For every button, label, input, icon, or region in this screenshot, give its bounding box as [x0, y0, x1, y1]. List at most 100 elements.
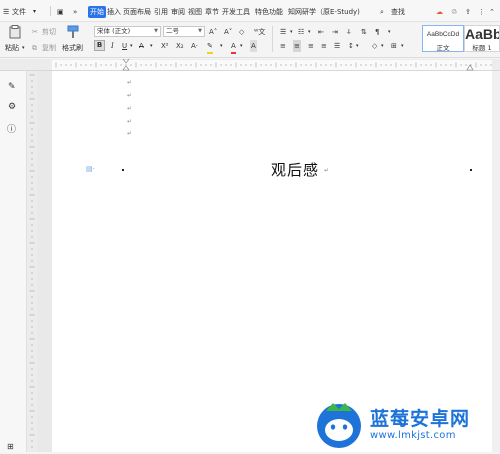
- watermark-site-name: 蓝莓安卓网: [370, 408, 471, 430]
- paste-dropdown-icon[interactable]: ▾: [22, 42, 25, 54]
- superscript-icon[interactable]: X²: [161, 40, 169, 52]
- cut-button[interactable]: 剪切: [42, 26, 56, 38]
- phonetic-guide-icon[interactable]: ᵂ文: [254, 26, 265, 38]
- italic-icon[interactable]: I: [111, 40, 114, 52]
- bold-icon[interactable]: B: [94, 40, 105, 51]
- tab-page-layout[interactable]: 页面布局: [123, 6, 151, 18]
- underline-icon[interactable]: U: [122, 40, 127, 52]
- sort-icon[interactable]: ⇅: [361, 26, 367, 38]
- chevron-down-icon: ▼: [198, 28, 202, 34]
- numbered-list-icon[interactable]: ☷: [298, 26, 304, 38]
- hamburger-icon[interactable]: ☰: [3, 6, 9, 18]
- paragraph-handle-icon[interactable]: ▤·: [86, 163, 95, 175]
- increase-indent-icon[interactable]: ⇥: [332, 26, 338, 38]
- ribbon-toolbar: 粘贴 ▾ ✂ 剪切 ⧉ 复制 格式刷 宋体 (正文) ▼ 二号 ▼ A˄ A˅ …: [0, 22, 500, 58]
- document-title[interactable]: 观后感: [271, 159, 319, 180]
- bullet-list-icon[interactable]: ☰: [280, 26, 286, 38]
- vertical-ruler-ticks: [29, 74, 35, 448]
- show-marks-dropdown-icon[interactable]: ▾: [388, 26, 391, 38]
- page-margin-gutter: [37, 71, 52, 452]
- borders-icon[interactable]: ⊞: [391, 40, 397, 52]
- tab-home[interactable]: 开始: [88, 6, 106, 18]
- tab-references[interactable]: 引用: [154, 6, 168, 18]
- copy-button[interactable]: 复制: [42, 42, 56, 54]
- format-painter-button[interactable]: 格式刷: [62, 42, 83, 54]
- highlight-icon[interactable]: ✎: [207, 40, 213, 54]
- paste-button[interactable]: 粘贴: [5, 42, 19, 54]
- chinese-layout-icon[interactable]: ↆ: [347, 26, 351, 38]
- chevron-down-icon[interactable]: ▾: [33, 6, 36, 18]
- grid-icon[interactable]: ⊞: [7, 441, 14, 453]
- right-indent-marker-icon[interactable]: [466, 63, 474, 71]
- font-size-value: 二号: [166, 27, 179, 35]
- format-painter-icon[interactable]: [67, 25, 80, 39]
- tab-insert[interactable]: 插入: [107, 6, 121, 18]
- collaborate-icon[interactable]: ♲: [451, 6, 457, 18]
- search-icon[interactable]: ⌕: [380, 6, 384, 18]
- style-heading-1-preview: AaBb: [465, 26, 500, 42]
- ruler-ticks: [52, 60, 492, 70]
- align-right-icon[interactable]: ≡: [308, 40, 314, 52]
- increase-font-size-icon[interactable]: A˄: [209, 26, 217, 38]
- justify-icon[interactable]: ≡: [321, 40, 327, 52]
- paste-icon[interactable]: [8, 25, 22, 39]
- tab-cnki-e-study[interactable]: 知网研学（原E-Study): [288, 6, 360, 18]
- cloud-sync-icon[interactable]: ☁: [436, 6, 443, 18]
- file-menu[interactable]: 文件: [12, 6, 26, 18]
- vertical-scrollbar[interactable]: [492, 71, 500, 452]
- copy-icon[interactable]: ⧉: [32, 42, 37, 54]
- document-page[interactable]: [52, 71, 492, 452]
- line-spacing-icon[interactable]: ↕: [348, 40, 354, 52]
- bullet-list-dropdown-icon[interactable]: ▾: [290, 26, 293, 38]
- font-color-dropdown-icon[interactable]: ▾: [240, 40, 243, 52]
- save-icon[interactable]: ▣: [57, 6, 64, 18]
- separator: [272, 26, 273, 52]
- numbered-list-dropdown-icon[interactable]: ▾: [308, 26, 311, 38]
- borders-dropdown-icon[interactable]: ▾: [401, 40, 404, 52]
- decrease-indent-icon[interactable]: ⇤: [318, 26, 324, 38]
- font-color-icon[interactable]: A: [231, 40, 236, 54]
- paragraph-mark: ↵: [324, 167, 330, 174]
- clear-formatting-icon[interactable]: ◇: [239, 26, 244, 38]
- tab-developer[interactable]: 开发工具: [222, 6, 250, 18]
- style-normal-preview: AaBbCcDd: [426, 31, 460, 38]
- help-icon[interactable]: ⓘ: [7, 124, 16, 136]
- shading-icon[interactable]: ◇: [372, 40, 377, 52]
- shading-dropdown-icon[interactable]: ▾: [381, 40, 384, 52]
- indent-marker-icon[interactable]: [122, 59, 130, 71]
- strikethrough-dropdown-icon[interactable]: ▾: [150, 40, 153, 52]
- tab-special-features[interactable]: 特色功能: [255, 6, 283, 18]
- style-normal[interactable]: AaBbCcDd 正文: [422, 25, 464, 52]
- decrease-font-size-icon[interactable]: A˅: [224, 26, 232, 38]
- cut-icon[interactable]: ✂: [32, 26, 38, 38]
- more-options-icon[interactable]: ⋮: [478, 6, 485, 18]
- adjust-settings-icon[interactable]: ⚙: [8, 101, 16, 113]
- tab-section[interactable]: 章节: [205, 6, 219, 18]
- font-size-select[interactable]: 二号 ▼: [163, 26, 205, 37]
- collapse-ribbon-icon[interactable]: ⌃: [489, 6, 495, 18]
- pen-icon[interactable]: ✎: [8, 81, 16, 93]
- show-marks-icon[interactable]: ¶: [375, 26, 379, 38]
- tab-review[interactable]: 审阅: [171, 6, 185, 18]
- align-center-icon[interactable]: ≡: [293, 40, 301, 52]
- subscript-icon[interactable]: X₂: [176, 40, 184, 52]
- search-button[interactable]: 查找: [391, 6, 405, 18]
- align-left-icon[interactable]: ≡: [280, 40, 286, 52]
- tab-view[interactable]: 视图: [188, 6, 202, 18]
- share-icon[interactable]: ⇪: [465, 6, 471, 18]
- style-heading-1[interactable]: AaBb 标题 1: [464, 25, 500, 52]
- more-icon[interactable]: »: [73, 6, 77, 18]
- character-shading-icon[interactable]: A: [250, 40, 257, 52]
- distributed-align-icon[interactable]: ☰: [334, 40, 340, 52]
- paragraph-mark: ↵: [127, 92, 133, 99]
- strikethrough-icon[interactable]: A: [139, 40, 144, 52]
- font-name-select[interactable]: 宋体 (正文) ▼: [94, 26, 161, 37]
- highlight-dropdown-icon[interactable]: ▾: [220, 40, 223, 52]
- line-spacing-dropdown-icon[interactable]: ▾: [356, 40, 359, 52]
- underline-dropdown-icon[interactable]: ▾: [130, 40, 133, 52]
- text-effect-icon[interactable]: A·: [191, 40, 198, 52]
- separator: [50, 6, 51, 16]
- chevron-down-icon: ▼: [154, 28, 158, 34]
- menu-bar: ☰ 文件 ▾ ▣ » 开始 插入 页面布局 引用 审阅 视图 章节 开发工具 特…: [0, 0, 500, 22]
- bullet-dot: [122, 169, 124, 171]
